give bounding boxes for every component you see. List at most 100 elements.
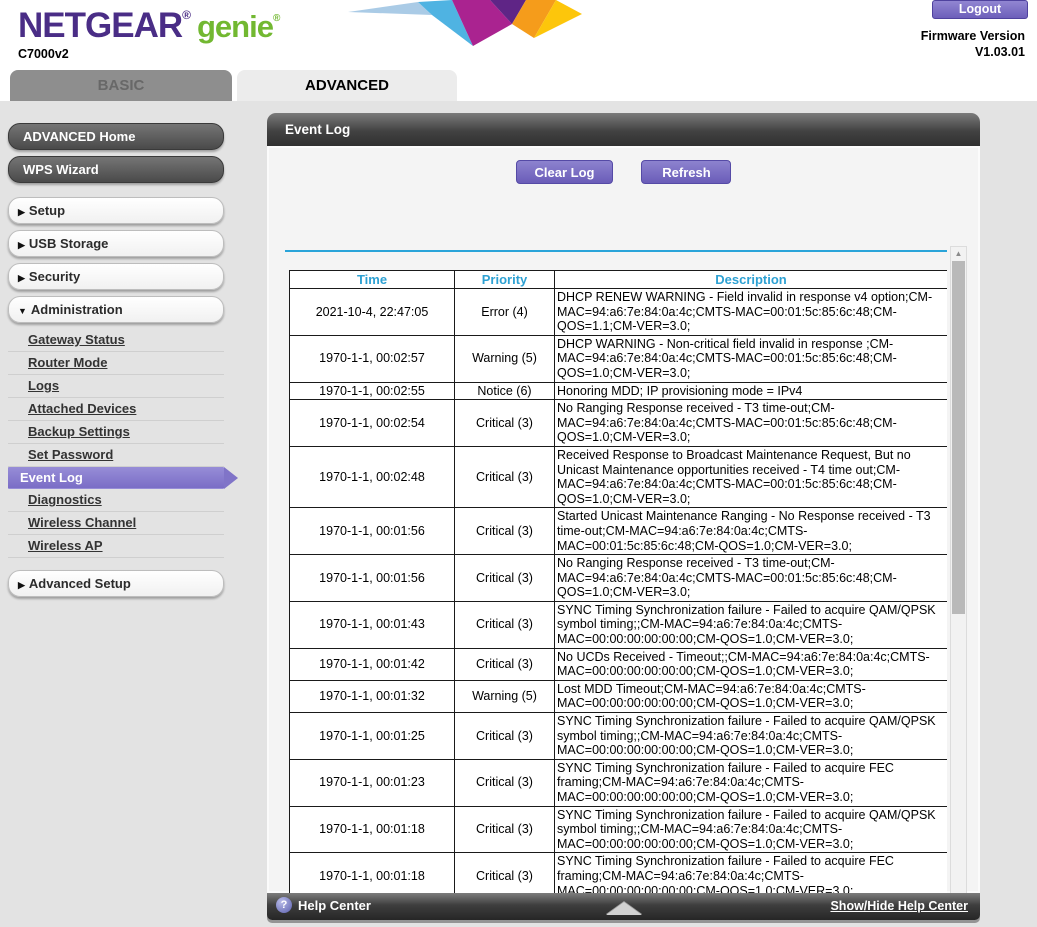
event-time: 1970-1-1, 00:01:23 — [290, 759, 455, 806]
table-row: 1970-1-1, 00:01:43 Critical (3) SYNC Tim… — [290, 601, 948, 648]
event-priority: Critical (3) — [455, 446, 555, 507]
event-time: 1970-1-1, 00:02:48 — [290, 446, 455, 507]
sidebar-link[interactable]: Backup Settings — [8, 421, 224, 444]
sidebar-link[interactable]: Set Password — [8, 444, 224, 467]
vertical-scrollbar[interactable]: ▲ ▼ — [950, 246, 967, 911]
administration-links: Gateway Status Router ModeLogs Attached De… — [8, 329, 224, 558]
sidebar-section-button[interactable]: ▶Security — [8, 263, 224, 290]
table-header-row: Time Priority Description — [290, 271, 948, 289]
sidebar-section-button[interactable]: ▶ USB Storage — [8, 230, 224, 257]
refresh-button[interactable]: Refresh — [641, 160, 731, 184]
event-description: SYNC Timing Synchronization failure - Fa… — [555, 601, 948, 648]
firmware-version: Firmware Version V1.03.01 — [921, 28, 1025, 60]
sidebar-link-label: Event Log — [20, 470, 83, 485]
event-time: 1970-1-1, 00:02:55 — [290, 382, 455, 400]
help-bar: ? Help Center Show/Hide Help Center — [267, 893, 980, 920]
event-description: SYNC Timing Synchronization failure - Fa… — [555, 806, 948, 853]
table-row: 1970-1-1, 00:01:18 Critical (3) SYNC Tim… — [290, 806, 948, 853]
event-description: Started Unicast Maintenance Ranging - No… — [555, 508, 948, 555]
event-description: DHCP RENEW WARNING - Field invalid in re… — [555, 289, 948, 336]
sidebar-item-advanced-home[interactable]: ADVANCED Home — [8, 123, 224, 150]
sidebar-section-advanced-setup[interactable]: ▶Advanced Setup — [8, 570, 224, 597]
table-row: 1970-1-1, 00:02:57 Warning (5) DHCP WARN… — [290, 335, 948, 382]
expand-help-arrow-icon[interactable] — [606, 902, 642, 915]
tab-basic[interactable]: BASIC — [10, 70, 232, 101]
event-time: 1970-1-1, 00:01:43 — [290, 601, 455, 648]
registered-mark-icon: ® — [182, 8, 191, 22]
sidebar-section-label: Administration — [31, 302, 123, 317]
sidebar-link[interactable]: Wireless AP — [8, 535, 224, 558]
table-row: 1970-1-1, 00:01:56 Critical (3) Started … — [290, 508, 948, 555]
event-priority: Critical (3) — [455, 508, 555, 555]
sidebar-section-button[interactable]: ▶Setup — [8, 197, 224, 224]
table-row: 1970-1-1, 00:01:56 Critical (3) No Rangi… — [290, 555, 948, 602]
chevron-down-icon: ▼ — [18, 306, 27, 316]
event-priority: Critical (3) — [455, 806, 555, 853]
show-hide-help-center-link[interactable]: Show/Hide Help Center — [830, 899, 968, 913]
sidebar-sections: ▶Setup ▶ USB Storage ▶Security — [8, 197, 224, 290]
registered-mark-icon: ® — [273, 13, 280, 24]
sidebar-link-label: Set Password — [28, 447, 113, 462]
scrollbar-thumb[interactable] — [952, 261, 965, 614]
help-center[interactable]: ? Help Center — [276, 897, 371, 913]
event-log-panel: Event Log Clear Log Refresh Time Priorit… — [267, 113, 980, 920]
event-time: 1970-1-1, 00:01:32 — [290, 680, 455, 712]
event-description: No Ranging Response received - T3 time-o… — [555, 400, 948, 447]
event-description: No Ranging Response received - T3 time-o… — [555, 555, 948, 602]
sidebar-link[interactable]: Router Mode — [8, 352, 224, 375]
column-header-description: Description — [555, 271, 948, 289]
event-description: DHCP WARNING - Non-critical field invali… — [555, 335, 948, 382]
sidebar-link-label: Gateway Status — [28, 332, 125, 347]
tab-advanced[interactable]: ADVANCED — [237, 70, 457, 101]
chevron-right-icon: ▶ — [18, 580, 25, 590]
panel-title: Event Log — [267, 113, 980, 146]
sidebar-link[interactable]: Diagnostics — [8, 489, 224, 512]
event-priority: Critical (3) — [455, 601, 555, 648]
chevron-right-icon: ▶ — [18, 240, 25, 250]
clear-log-button[interactable]: Clear Log — [516, 160, 614, 184]
event-description: Lost MDD Timeout;CM-MAC=94:a6:7e:84:0a:4… — [555, 680, 948, 712]
sidebar-link-label: Diagnostics — [28, 492, 102, 507]
sidebar-section-label: USB Storage — [29, 236, 108, 251]
event-time: 1970-1-1, 00:01:56 — [290, 555, 455, 602]
brand-netgear: NETGEAR — [18, 6, 182, 45]
event-time: 2021-10-4, 22:47:05 — [290, 289, 455, 336]
event-priority: Critical (3) — [455, 400, 555, 447]
column-header-priority: Priority — [455, 271, 555, 289]
column-header-time: Time — [290, 271, 455, 289]
sidebar-link[interactable]: Attached Devices — [8, 398, 224, 421]
firmware-version-value: V1.03.01 — [921, 44, 1025, 60]
event-priority: Critical (3) — [455, 555, 555, 602]
sidebar-link-label: Wireless Channel — [28, 515, 136, 530]
event-description: SYNC Timing Synchronization failure - Fa… — [555, 759, 948, 806]
chevron-right-icon: ▶ — [18, 273, 25, 283]
table-row: 1970-1-1, 00:01:42 Critical (3) No UCDs … — [290, 648, 948, 680]
sidebar-link[interactable]: Wireless Channel — [8, 512, 224, 535]
event-time: 1970-1-1, 00:01:42 — [290, 648, 455, 680]
event-description: No UCDs Received - Timeout;;CM-MAC=94:a6… — [555, 648, 948, 680]
brand-logo: NETGEAR®genie® — [18, 6, 280, 46]
table-row: 1970-1-1, 00:02:55 Notice (6) Honoring M… — [290, 382, 948, 400]
event-priority: Critical (3) — [455, 648, 555, 680]
sidebar-link-label: Wireless AP — [28, 538, 103, 553]
sidebar-item-wps-wizard[interactable]: WPS Wizard — [8, 156, 224, 183]
sidebar-link[interactable]: Gateway Status — [8, 329, 224, 352]
event-time: 1970-1-1, 00:02:54 — [290, 400, 455, 447]
router-model: C7000v2 — [18, 47, 69, 61]
sidebar-link[interactable]: Event Log — [8, 467, 224, 489]
table-row: 1970-1-1, 00:02:54 Critical (3) No Rangi… — [290, 400, 948, 447]
logout-button[interactable]: Logout — [932, 0, 1028, 19]
event-time: 1970-1-1, 00:02:57 — [290, 335, 455, 382]
sidebar-section-administration[interactable]: ▼ Administration — [8, 296, 224, 323]
event-time: 1970-1-1, 00:01:18 — [290, 806, 455, 853]
event-description: Received Response to Broadcast Maintenan… — [555, 446, 948, 507]
table-row: 1970-1-1, 00:01:25 Critical (3) SYNC Tim… — [290, 713, 948, 760]
sidebar-link-label: Attached Devices — [28, 401, 136, 416]
table-row: 1970-1-1, 00:01:32 Warning (5) Lost MDD … — [290, 680, 948, 712]
help-question-icon[interactable]: ? — [276, 897, 292, 913]
firmware-version-label: Firmware Version — [921, 28, 1025, 44]
table-row: 1970-1-1, 00:02:48 Critical (3) Received… — [290, 446, 948, 507]
sidebar-link-label: Backup Settings — [28, 424, 130, 439]
sidebar-link[interactable]: Logs — [8, 375, 224, 398]
scroll-up-icon[interactable]: ▲ — [951, 247, 966, 261]
